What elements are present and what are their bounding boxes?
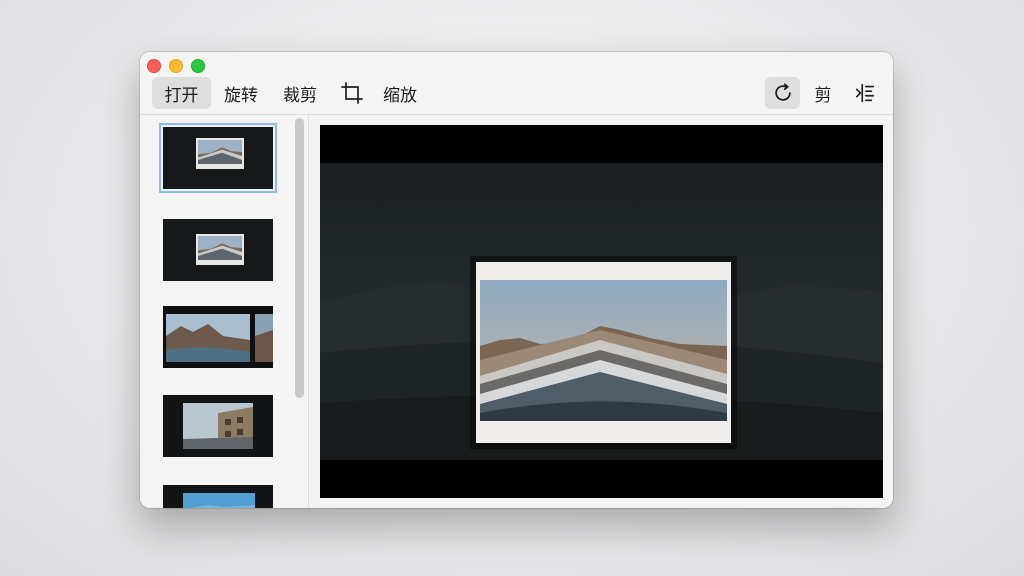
thumbnail-item[interactable]: [163, 485, 273, 508]
align-button[interactable]: [848, 77, 882, 109]
mountain-ridge-image: [198, 236, 242, 260]
photo-content: [480, 280, 727, 421]
rotate-button[interactable]: 旋转: [215, 77, 267, 109]
rotate-refresh-icon: [774, 83, 791, 101]
thumbnail-item[interactable]: [163, 395, 273, 457]
sky-landscape-image: [163, 485, 273, 508]
app-window: 打开 旋转 裁剪 缩放 剪: [140, 52, 893, 508]
thumbnail-item[interactable]: [159, 123, 277, 193]
thumbnail-image: [196, 138, 244, 169]
sidebar-scrollbar[interactable]: [295, 118, 304, 398]
open-button[interactable]: 打开: [152, 77, 211, 109]
street-building-image: [163, 395, 273, 457]
window-controls: [147, 59, 205, 73]
crop-icon: [341, 82, 363, 104]
crop-button[interactable]: 裁剪: [274, 77, 326, 109]
preview-scene: [320, 163, 883, 460]
thumbnail-sidebar: [140, 115, 309, 508]
mountain-ridge-image: [480, 280, 727, 421]
thumbnail-item[interactable]: [163, 219, 273, 281]
crop-button-label: 裁剪: [283, 85, 317, 106]
toolbar: 打开 旋转 裁剪 缩放 剪: [140, 52, 893, 115]
rotate-button-label: 旋转: [224, 85, 258, 106]
open-button-label: 打开: [164, 85, 199, 106]
thumbnail-item[interactable]: [163, 306, 273, 368]
align-list-icon: [855, 83, 875, 103]
minimize-window-button[interactable]: [169, 59, 183, 73]
mountain-ridge-image: [198, 140, 242, 164]
canyon-river-image: [163, 306, 273, 368]
crop-tool-button[interactable]: [335, 77, 369, 109]
zoom-button-label: 缩放: [383, 85, 417, 106]
thumbnail-image: [196, 234, 244, 265]
close-window-button[interactable]: [147, 59, 161, 73]
zoom-button[interactable]: 缩放: [374, 77, 426, 109]
rotate-refresh-button[interactable]: [765, 77, 800, 109]
cut-button[interactable]: 剪: [806, 77, 840, 109]
image-preview[interactable]: [320, 125, 883, 498]
cut-button-label: 剪: [814, 85, 832, 106]
framed-photo: [476, 262, 731, 443]
zoom-window-button[interactable]: [191, 59, 205, 73]
